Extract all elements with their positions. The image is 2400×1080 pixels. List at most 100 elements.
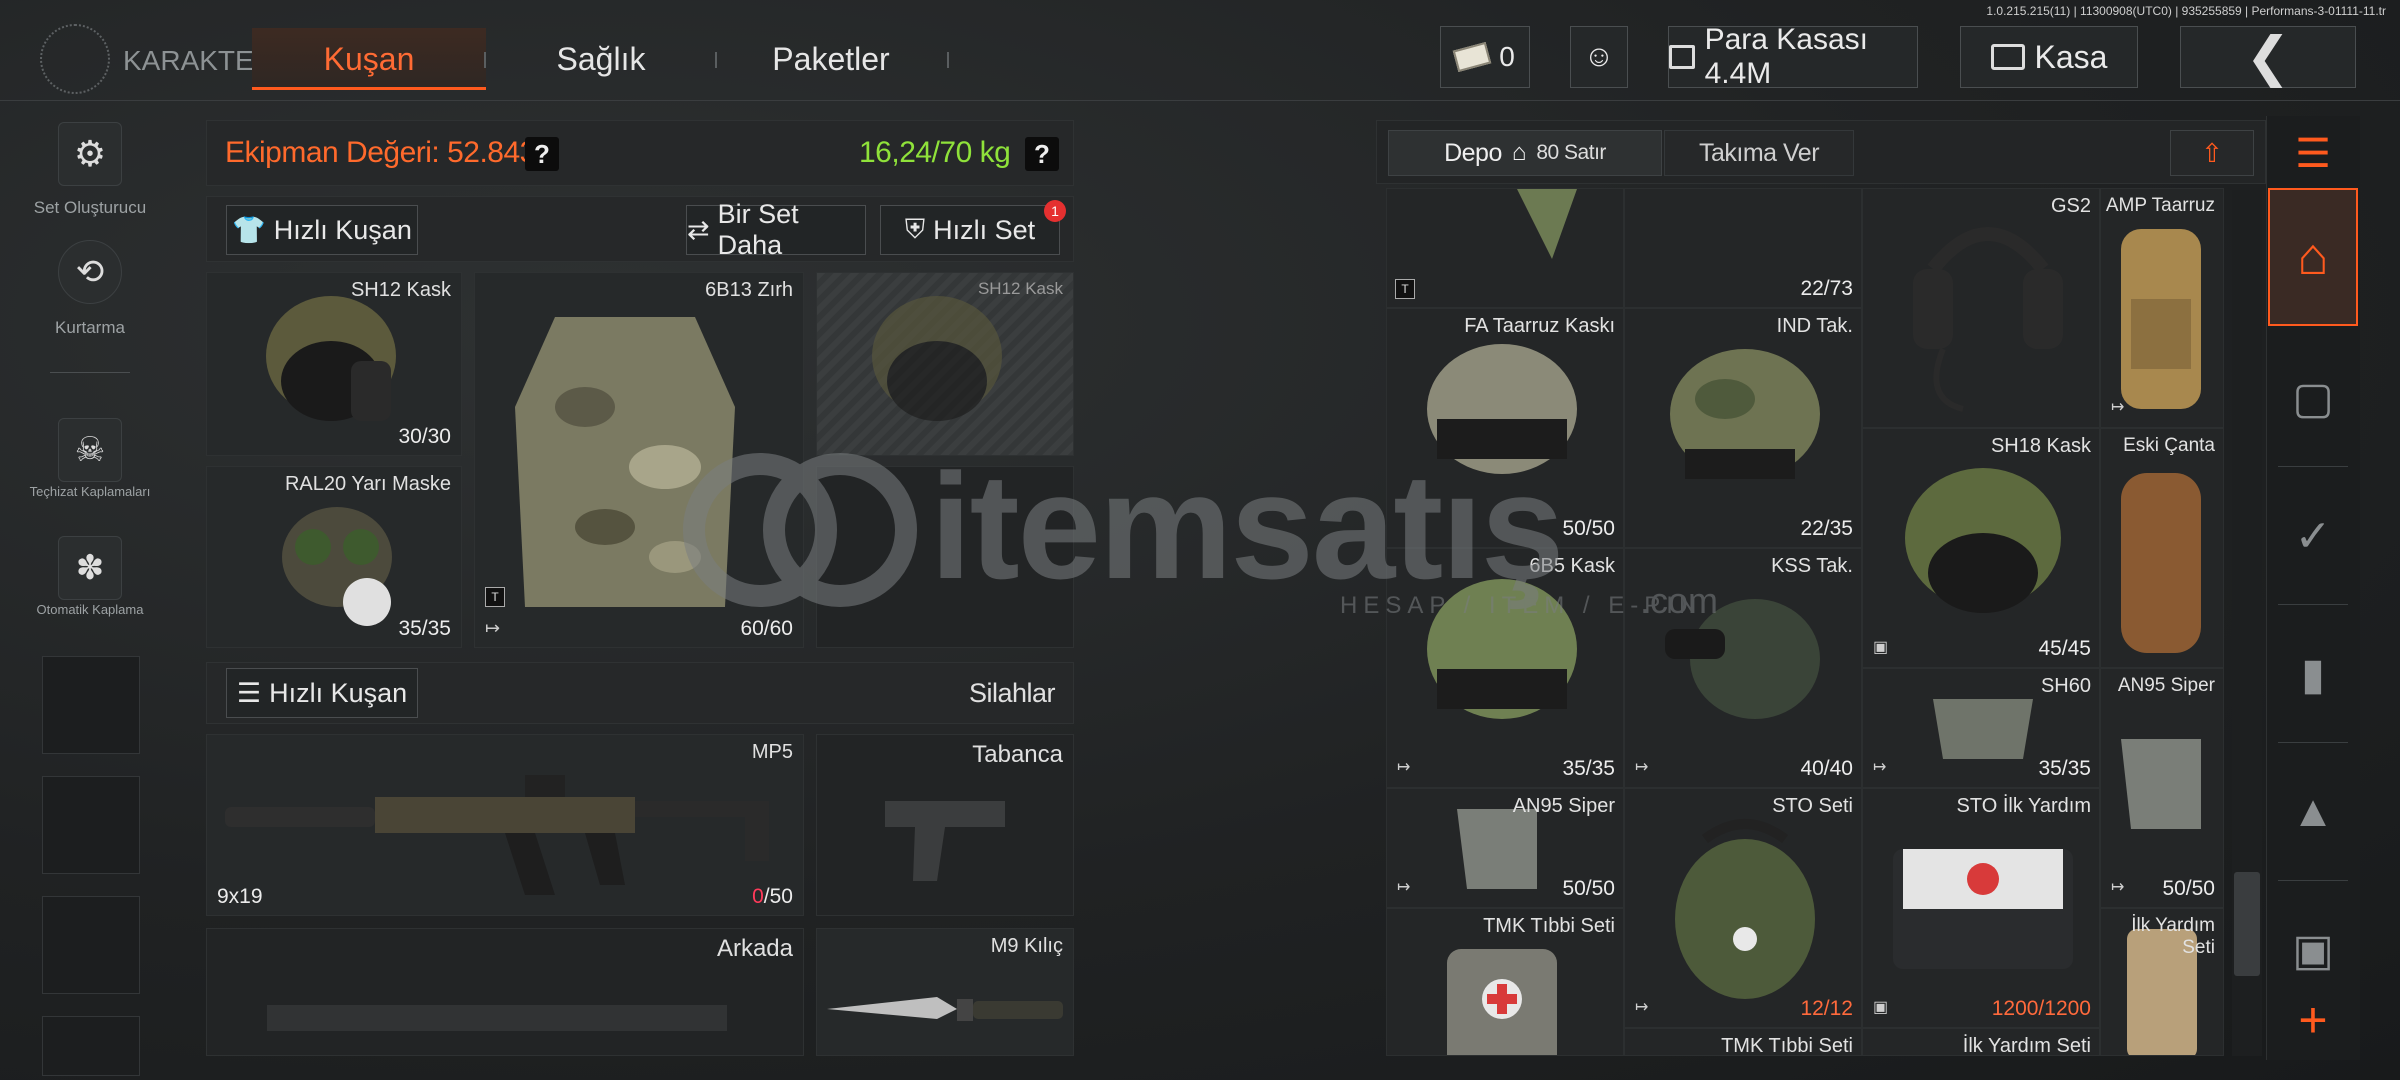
vest-icon: ▢ (2292, 373, 2334, 423)
empty-slot[interactable] (42, 776, 140, 874)
helmet-image (266, 296, 396, 421)
tab-saglik[interactable]: Sağlık (506, 28, 696, 90)
empty-slot[interactable] (42, 656, 140, 754)
another-set-button[interactable]: ⇄ Bir Set Daha (686, 199, 866, 260)
inventory-item[interactable]: AN95 Siper ↦ 50/50 (1386, 788, 1624, 908)
operator-button[interactable]: ☺ (1570, 26, 1628, 88)
inventory-scrollbar-thumb[interactable] (2234, 872, 2260, 976)
sort-button[interactable]: ⇧ (2170, 130, 2254, 176)
gear-skin-icon: ☠ (74, 431, 106, 469)
category-armor[interactable]: ▢ (2268, 340, 2358, 456)
tab-kusan[interactable]: Kuşan (252, 28, 486, 90)
quick-equip-label: Hızlı Kuşan (273, 214, 412, 245)
tab-separator (947, 52, 949, 68)
tab-depo[interactable]: Depo ⌂ 80 Satır (1388, 130, 1662, 176)
mask-slot[interactable]: RAL20 Yarı Maske 35/35 (206, 466, 462, 648)
item-durability: 60/60 (740, 617, 793, 640)
item-name: KSS Tak. (1771, 555, 1853, 577)
operator-icon: ☺ (1583, 40, 1615, 73)
inventory-item[interactable]: İlk Yardım Seti (1862, 1028, 2100, 1056)
helmet-image (1670, 349, 1820, 479)
item-name: SH18 Kask (1990, 435, 2091, 457)
sidebar-item-gear-skins[interactable]: ☠ (58, 418, 122, 482)
inventory-item[interactable]: SH60 ↦ 35/35 (1862, 668, 2100, 788)
inventory-item[interactable]: İlk Yardım Seti (2100, 908, 2224, 1056)
quick-set-button[interactable]: ⛨ Hızlı Set (880, 205, 1060, 255)
inventory-item[interactable]: FA Taarruz Kaskı 50/50 (1386, 308, 1624, 548)
sidebar-item-rescue[interactable]: ⟲ (58, 240, 122, 304)
helmet-preview-slot[interactable]: SH12 Kask (816, 272, 1074, 456)
inventory-item[interactable]: TMK Tıbbi Seti (1386, 908, 1624, 1056)
armor-image (515, 317, 735, 607)
exit-icon: ↦ (1397, 759, 1411, 776)
inventory-item[interactable]: IND Tak. 22/35 (1624, 308, 1862, 548)
exit-icon: ↦ (1397, 879, 1411, 896)
item-durability: 35/35 (2038, 757, 2091, 780)
rows-label: 80 Satır (1536, 141, 1606, 164)
inventory-item[interactable]: Eski Çanta (2100, 428, 2224, 668)
inventory-item[interactable]: T (1386, 188, 1624, 308)
character-logo-icon (40, 24, 110, 94)
refresh-stack-button[interactable]: ☰ (2268, 124, 2358, 184)
sidebar-item-set-builder[interactable]: ⚙ (58, 122, 122, 186)
medkit-bag-image (1675, 819, 1815, 999)
currency-button[interactable]: 0 (1440, 26, 1530, 88)
armor-slot[interactable]: 6B13 Zırh T ↦ 60/60 (474, 272, 804, 648)
inventory-item[interactable]: TMK Tıbbi Seti (1624, 1028, 1862, 1056)
exit-icon: ↦ (1635, 759, 1649, 776)
category-magazines[interactable]: ▮ (2268, 616, 2358, 732)
item-name: GS2 (2050, 195, 2091, 217)
inventory-item[interactable]: 6B5 Kask ↦ 35/35 (1386, 548, 1624, 788)
inventory-item[interactable]: AN95 Siper ↦ 50/50 (2100, 668, 2224, 908)
camo-cloth-image (1517, 189, 1577, 259)
category-ammo[interactable]: ▲ (2268, 754, 2358, 870)
helmet-slot[interactable]: SH12 Kask 30/30 (206, 272, 462, 456)
category-supplies[interactable]: ▣ (2268, 892, 2358, 1008)
item-name: SH12 Kask (350, 279, 451, 301)
set-builder-icon: ⚙ (73, 133, 107, 174)
exit-icon: ↦ (1635, 999, 1649, 1016)
pistol-slot[interactable]: Tabanca (816, 734, 1074, 916)
sidebar-item-auto-skin[interactable]: ✽ (58, 536, 122, 600)
tab-takima-ver[interactable]: Takıma Ver (1664, 130, 1854, 176)
quick-equip-button[interactable]: 👕 Hızlı Kuşan (226, 205, 418, 255)
item-durability: 50/50 (1562, 517, 1615, 540)
empty-slot[interactable] (42, 896, 140, 994)
tab-paketler[interactable]: Paketler (735, 28, 927, 90)
vault-button[interactable]: Para Kasası 4.4M (1668, 23, 1918, 90)
inventory-item[interactable]: 22/73 (1624, 188, 1862, 308)
melee-slot[interactable]: M9 Kılıç (816, 928, 1074, 1056)
category-rifles[interactable]: ✓ (2268, 478, 2358, 594)
help-button[interactable]: ? (1025, 137, 1059, 171)
empty-slot[interactable] (42, 1016, 140, 1076)
item-name: AMP Taarruz (2105, 195, 2215, 216)
primary-weapon-slot[interactable]: MP5 9x19 0/50 (206, 734, 804, 916)
empty-equipment-slot[interactable] (816, 466, 1074, 648)
helmet-image (872, 296, 1002, 421)
help-button[interactable]: ? (525, 137, 559, 171)
kasa-button[interactable]: Kasa (1960, 26, 2138, 88)
inventory-item[interactable]: STO İlk Yardım ▣ 1200/1200 (1862, 788, 2100, 1028)
category-home[interactable]: ⌂ (2268, 188, 2358, 326)
header-divider (0, 100, 2400, 101)
sidebar-divider (50, 372, 130, 373)
item-name: RAL20 Yarı Maske (284, 473, 451, 495)
back-button[interactable]: ❮ (2180, 26, 2356, 88)
inventory-item[interactable]: AMP Taarruz ↦ (2100, 188, 2224, 428)
inventory-item[interactable]: KSS Tak. ↦ 40/40 (1624, 548, 1862, 788)
weapons-quick-equip-button[interactable]: ☰ Hızlı Kuşan (226, 668, 418, 718)
knife-image (827, 997, 1063, 1021)
helmet-image (1427, 344, 1577, 474)
tab-depo-label: Depo (1444, 138, 1502, 167)
back-weapon-slot[interactable]: Arkada (206, 928, 804, 1056)
inventory-item[interactable]: STO Seti ↦ 12/12 (1624, 788, 1862, 1028)
add-category-button[interactable]: + (2268, 992, 2358, 1048)
kasa-label: Kasa (2034, 38, 2108, 75)
vault-icon (1669, 45, 1695, 69)
exit-icon: ↦ (2111, 879, 2125, 896)
box-icon: ▣ (1873, 639, 1889, 656)
inventory-item[interactable]: SH18 Kask ▣ 45/45 (1862, 428, 2100, 668)
weapons-title: Silahlar (968, 678, 1056, 708)
inventory-item[interactable]: GS2 (1862, 188, 2100, 428)
shield-icon: ⛨ (904, 214, 926, 244)
